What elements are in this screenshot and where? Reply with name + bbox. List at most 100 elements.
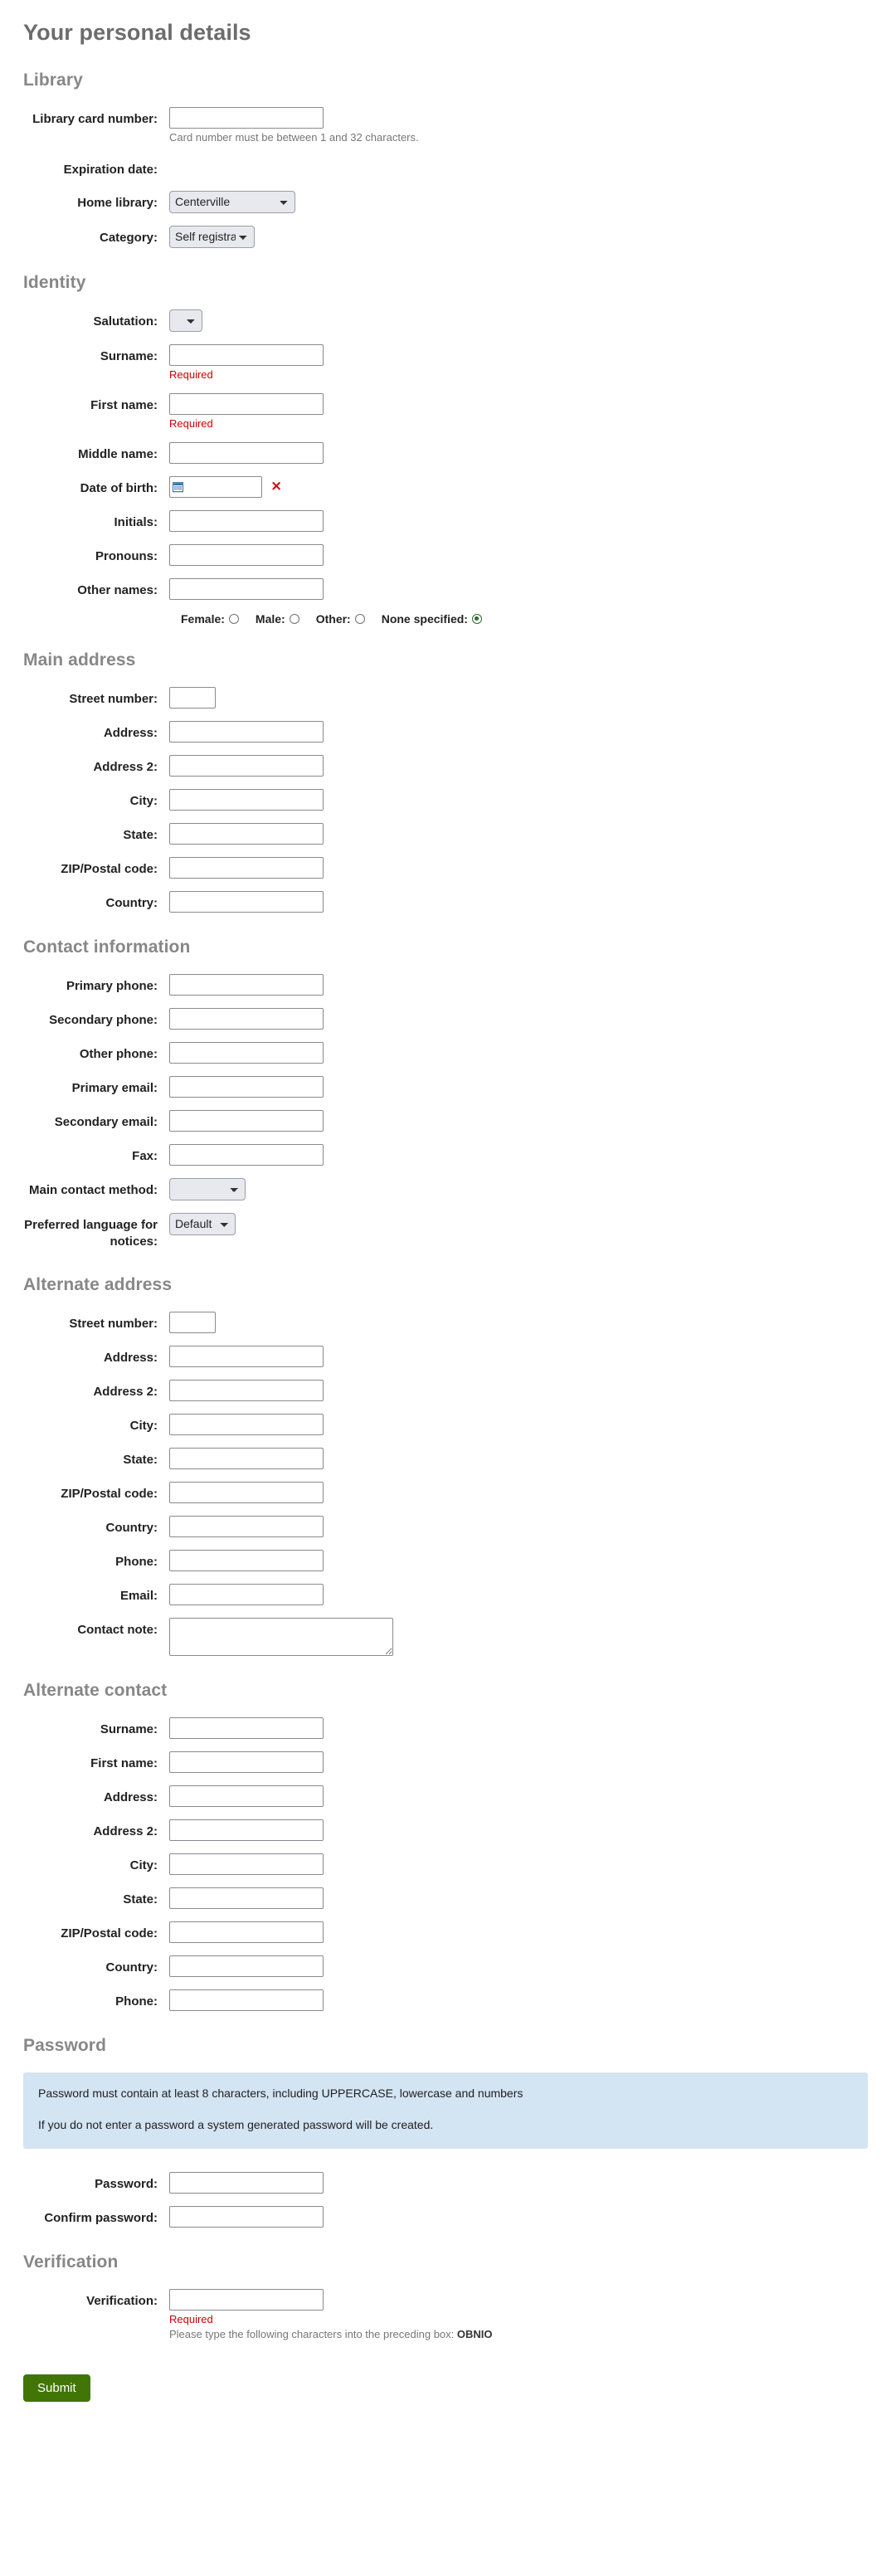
- field-row-contact-fax: Fax:: [23, 1143, 868, 1166]
- input-contact-primary-phone[interactable]: [169, 973, 324, 996]
- select-main-contact-method[interactable]: [169, 1177, 246, 1200]
- error-first-name-required: Required: [169, 416, 213, 430]
- input-alt-address-city[interactable]: [169, 1413, 324, 1435]
- input-alt-contact-city[interactable]: [169, 1853, 324, 1875]
- field-row-alt-address-address: Address:: [23, 1345, 868, 1367]
- select-salutation[interactable]: [169, 309, 202, 332]
- input-middle-name[interactable]: [169, 441, 324, 464]
- input-other-names[interactable]: [169, 577, 324, 600]
- textarea-contact-note[interactable]: [169, 1617, 393, 1656]
- input-contact-other-phone[interactable]: [169, 1041, 324, 1064]
- input-contact-fax[interactable]: [169, 1143, 324, 1166]
- input-contact-secondary-phone[interactable]: [169, 1007, 324, 1030]
- label-contact-primary-phone: Primary phone:: [66, 978, 158, 993]
- gender-option-male[interactable]: Male:: [256, 612, 299, 626]
- input-alt-address-phone[interactable]: [169, 1549, 324, 1571]
- label-library-card-number: Library card number:: [32, 112, 158, 126]
- input-alt-address-email[interactable]: [169, 1583, 324, 1605]
- input-main-address-street-number[interactable]: [169, 686, 216, 709]
- input-main-address-zippostal-code[interactable]: [169, 856, 324, 879]
- self-registration-form: Your personal details Library Library ca…: [0, 0, 891, 2435]
- label-alt-contact-address: Address:: [103, 1790, 158, 1804]
- input-main-address-state[interactable]: [169, 822, 324, 845]
- input-alt-address-street-number[interactable]: [169, 1311, 216, 1333]
- select-preferred-language[interactable]: Default: [169, 1212, 236, 1235]
- label-pronouns: Pronouns:: [95, 548, 158, 563]
- label-salutation: Salutation:: [93, 314, 158, 329]
- input-alt-contact-address[interactable]: [169, 1785, 324, 1807]
- hint-verification: Please type the following characters int…: [169, 2327, 493, 2342]
- label-alt-contact-country: Country:: [105, 1960, 158, 1975]
- input-first-name[interactable]: [169, 392, 324, 415]
- input-alt-address-country[interactable]: [169, 1515, 324, 1537]
- input-initials[interactable]: [169, 509, 324, 532]
- input-alt-address-address[interactable]: [169, 1345, 324, 1367]
- label-gender-other: Other:: [315, 611, 351, 626]
- field-row-alt-address-email: Email:: [23, 1583, 868, 1605]
- label-contact-other-phone: Other phone:: [79, 1046, 158, 1061]
- input-confirm-password[interactable]: [169, 2205, 324, 2228]
- field-row-other-names: Other names:: [23, 577, 868, 600]
- input-main-address-country[interactable]: [169, 890, 324, 913]
- input-surname[interactable]: [169, 343, 324, 366]
- label-alt-address-phone: Phone:: [115, 1554, 158, 1569]
- gender-option-none-specified[interactable]: None specified:: [382, 612, 482, 626]
- input-alt-contact-address-2[interactable]: [169, 1819, 324, 1841]
- password-info-box: Password must contain at least 8 charact…: [23, 2072, 868, 2149]
- calendar-icon[interactable]: [173, 481, 183, 493]
- input-contact-secondary-email[interactable]: [169, 1109, 324, 1132]
- input-alt-contact-country[interactable]: [169, 1955, 324, 1977]
- field-row-main-address-city: City:: [23, 788, 868, 811]
- field-row-alt-contact-address: Address:: [23, 1785, 868, 1807]
- select-home-library[interactable]: Centerville: [169, 190, 295, 213]
- input-alt-contact-first-name[interactable]: [169, 1751, 324, 1773]
- password-info-line-1: Password must contain at least 8 charact…: [38, 2086, 523, 2100]
- input-main-address-city[interactable]: [169, 788, 324, 811]
- label-main-address-city: City:: [129, 793, 158, 808]
- input-verification[interactable]: [169, 2288, 324, 2311]
- label-alt-contact-address-2: Address 2:: [93, 1824, 158, 1838]
- radio-male[interactable]: [289, 613, 299, 624]
- field-row-main-address-country: Country:: [23, 890, 868, 913]
- field-row-confirm-password: Confirm password:: [23, 2205, 868, 2228]
- field-row-middle-name: Middle name:: [23, 441, 868, 464]
- field-row-alt-address-street-number: Street number:: [23, 1311, 868, 1333]
- field-row-alt-contact-state: State:: [23, 1887, 868, 1909]
- input-alt-contact-state[interactable]: [169, 1887, 324, 1909]
- label-alt-contact-surname: Surname:: [100, 1721, 158, 1736]
- radio-none-specified[interactable]: [471, 613, 482, 624]
- field-row-category: Category: Self registration: [23, 225, 868, 248]
- field-row-alt-address-phone: Phone:: [23, 1549, 868, 1571]
- input-alt-address-state[interactable]: [169, 1447, 324, 1469]
- gender-option-other[interactable]: Other:: [316, 612, 365, 626]
- input-alt-address-address-2[interactable]: [169, 1379, 324, 1401]
- section-title-contact-information: Contact information: [23, 937, 191, 957]
- input-alt-contact-surname[interactable]: [169, 1717, 324, 1739]
- field-list-main-address: Street number: Address: Address 2: City: Sta…: [23, 686, 868, 913]
- input-alt-address-zippostal-code[interactable]: [169, 1481, 324, 1503]
- input-pronouns[interactable]: [169, 543, 324, 566]
- field-row-salutation: Salutation:: [23, 309, 868, 332]
- gender-option-female[interactable]: Female:: [181, 612, 239, 626]
- submit-button[interactable]: Submit: [23, 2374, 90, 2403]
- input-contact-primary-email[interactable]: [169, 1075, 324, 1098]
- input-library-card-number[interactable]: [169, 107, 324, 129]
- label-main-address-address-2: Address 2:: [93, 759, 158, 774]
- label-home-library: Home library:: [77, 195, 158, 210]
- radio-other[interactable]: [354, 613, 365, 624]
- input-main-address-address-2[interactable]: [169, 754, 324, 777]
- error-verification-required: Required: [169, 2312, 213, 2325]
- radio-female[interactable]: [228, 613, 239, 624]
- input-password[interactable]: [169, 2171, 324, 2194]
- input-alt-contact-zippostal-code[interactable]: [169, 1921, 324, 1943]
- section-title-identity: Identity: [23, 272, 86, 292]
- label-alt-contact-city: City:: [129, 1858, 158, 1872]
- select-category[interactable]: Self registration: [169, 225, 255, 248]
- label-initials: Initials:: [114, 514, 158, 529]
- field-row-first-name: First name: Required: [23, 392, 868, 430]
- label-contact-secondary-email: Secondary email:: [54, 1114, 158, 1129]
- input-main-address-address[interactable]: [169, 720, 324, 743]
- label-alt-address-country: Country:: [105, 1520, 158, 1535]
- clear-date-icon[interactable]: ×: [270, 480, 282, 494]
- input-alt-contact-phone[interactable]: [169, 1989, 324, 2011]
